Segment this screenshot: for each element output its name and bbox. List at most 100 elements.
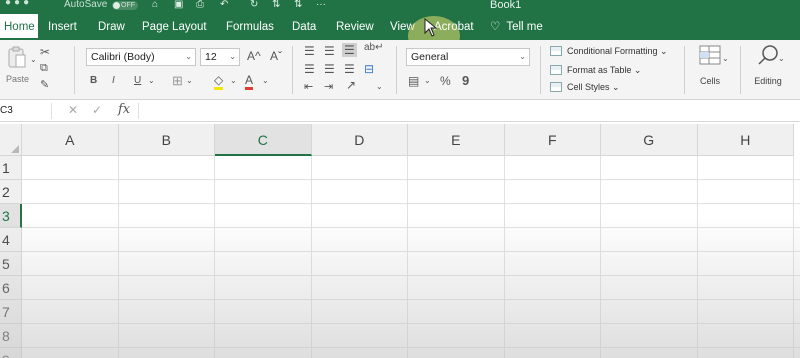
more-qat-icon[interactable]: ··· [316, 0, 326, 10]
insert-function-icon[interactable]: fx [118, 102, 130, 117]
row-header-2[interactable]: 2 [0, 180, 22, 204]
paste-dropdown-icon[interactable]: ⌄ [30, 55, 37, 64]
table-row[interactable] [22, 156, 800, 180]
column-header-a[interactable]: A [22, 124, 119, 156]
conditional-formatting-button[interactable]: Conditional Formatting ⌄ [550, 46, 668, 57]
percent-style-button[interactable]: % [440, 74, 451, 88]
table-row[interactable] [22, 204, 800, 228]
paste-label[interactable]: Paste [6, 74, 29, 84]
column-header-d[interactable]: D [311, 124, 408, 156]
cut-icon[interactable]: ✂ [40, 45, 50, 59]
borders-icon[interactable]: ⊞ [172, 73, 183, 89]
chevron-down-icon: ⌄ [229, 52, 236, 61]
window-controls[interactable]: ●●● [5, 0, 32, 8]
tab-data[interactable]: Data [292, 14, 316, 40]
paste-icon[interactable] [6, 46, 28, 72]
align-bottom-icon[interactable]: ☰ [342, 43, 357, 57]
table-row[interactable] [22, 300, 800, 324]
align-middle-icon[interactable]: ☰ [324, 44, 335, 58]
italic-button[interactable]: I [112, 75, 115, 86]
formula-input[interactable] [138, 103, 788, 119]
underline-button[interactable]: U [134, 75, 141, 86]
search-icon [758, 45, 778, 65]
table-row[interactable] [22, 324, 800, 348]
orientation-dropdown-icon[interactable]: ⌄ [376, 82, 383, 91]
row-header-4[interactable]: 4 [0, 228, 22, 252]
cells-icon [699, 45, 721, 65]
align-center-icon[interactable]: ☰ [324, 62, 335, 76]
align-left-icon[interactable]: ☰ [304, 62, 315, 76]
table-row[interactable] [22, 180, 800, 204]
font-size-select[interactable]: 12 ⌄ [200, 48, 240, 66]
table-row[interactable] [22, 228, 800, 252]
format-as-table-button[interactable]: Format as Table ⌄ [550, 65, 641, 76]
conditional-formatting-icon [550, 46, 562, 56]
tab-home[interactable]: Home [0, 14, 38, 40]
select-all-button[interactable] [0, 124, 22, 156]
tab-page-layout[interactable]: Page Layout [142, 14, 207, 40]
table-row[interactable] [22, 252, 800, 276]
table-row[interactable] [22, 276, 800, 300]
fill-color-dropdown-icon[interactable]: ⌄ [230, 76, 237, 85]
tab-insert[interactable]: Insert [48, 14, 77, 40]
column-header-c[interactable]: C [215, 124, 312, 156]
column-header-b[interactable]: B [118, 124, 215, 156]
borders-dropdown-icon[interactable]: ⌄ [186, 76, 193, 85]
document-title: Book1 [490, 0, 522, 11]
home-qat-icon[interactable]: ⌂ [152, 0, 158, 10]
font-color-icon[interactable]: A [245, 73, 254, 90]
format-painter-icon[interactable]: ✎ [40, 78, 49, 91]
column-header-f[interactable]: F [504, 124, 601, 156]
orientation-icon[interactable]: ↗ [346, 78, 356, 92]
increase-indent-icon[interactable]: ⇥ [324, 80, 333, 93]
tab-draw[interactable]: Draw [98, 14, 125, 40]
bold-button[interactable]: B [90, 75, 97, 86]
row-header-3[interactable]: 3 [0, 204, 22, 228]
number-format-select[interactable]: General ⌄ [406, 48, 530, 66]
name-box[interactable]: C3 [0, 103, 52, 119]
align-right-icon[interactable]: ☰ [344, 62, 355, 76]
wrap-text-icon[interactable]: ab↵ [364, 42, 384, 53]
cancel-icon[interactable]: ✕ [68, 103, 78, 117]
underline-dropdown-icon[interactable]: ⌄ [148, 76, 155, 85]
tab-review[interactable]: Review [336, 14, 374, 40]
active-cell[interactable] [214, 203, 312, 228]
autosave-toggle[interactable]: OFF [112, 1, 138, 10]
align-top-icon[interactable]: ☰ [304, 44, 315, 58]
shrink-font-icon[interactable]: Aˇ [270, 49, 282, 63]
row-header-1[interactable]: 1 [0, 156, 22, 180]
tab-formulas[interactable]: Formulas [226, 14, 274, 40]
cell-styles-button[interactable]: Cell Styles ⌄ [550, 82, 620, 93]
accounting-format-icon[interactable]: ▤ [408, 74, 419, 88]
enter-icon[interactable]: ✓ [92, 103, 102, 117]
row-header-9[interactable]: 9 [0, 348, 22, 358]
print-icon[interactable]: ⎙ [196, 0, 204, 10]
editing-button[interactable]: Editing [748, 44, 788, 86]
row-header-5[interactable]: 5 [0, 252, 22, 276]
redo-icon[interactable]: ↻ [250, 0, 258, 10]
row-header-8[interactable]: 8 [0, 324, 22, 348]
column-header-g[interactable]: G [601, 124, 698, 156]
row-header-6[interactable]: 6 [0, 276, 22, 300]
cells-dropdown-icon[interactable]: ⌄ [722, 54, 729, 63]
merge-center-icon[interactable]: ⊟ [364, 62, 374, 76]
font-name-select[interactable]: Calibri (Body) ⌄ [86, 48, 196, 66]
save-icon[interactable]: ▣ [174, 0, 183, 10]
fill-color-icon[interactable]: ◇ [214, 73, 224, 90]
sort-ascending-icon[interactable]: ⇅ [272, 0, 280, 10]
tell-me-search[interactable]: ♡ Tell me [490, 14, 543, 40]
column-header-h[interactable]: H [697, 124, 794, 156]
accounting-dropdown-icon[interactable]: ⌄ [424, 76, 431, 85]
sort-descending-icon[interactable]: ⇅ [294, 0, 302, 10]
comma-style-button[interactable]: 9 [462, 73, 469, 88]
cells-button[interactable]: Cells [692, 44, 728, 86]
column-header-e[interactable]: E [408, 124, 505, 156]
copy-icon[interactable]: ⧉ [40, 62, 48, 75]
undo-icon[interactable]: ↶ [220, 0, 228, 10]
grow-font-icon[interactable]: A^ [247, 49, 261, 63]
decrease-indent-icon[interactable]: ⇤ [304, 80, 313, 93]
row-header-7[interactable]: 7 [0, 300, 22, 324]
editing-dropdown-icon[interactable]: ⌄ [778, 54, 785, 63]
font-color-dropdown-icon[interactable]: ⌄ [262, 76, 269, 85]
table-row[interactable] [22, 348, 800, 358]
